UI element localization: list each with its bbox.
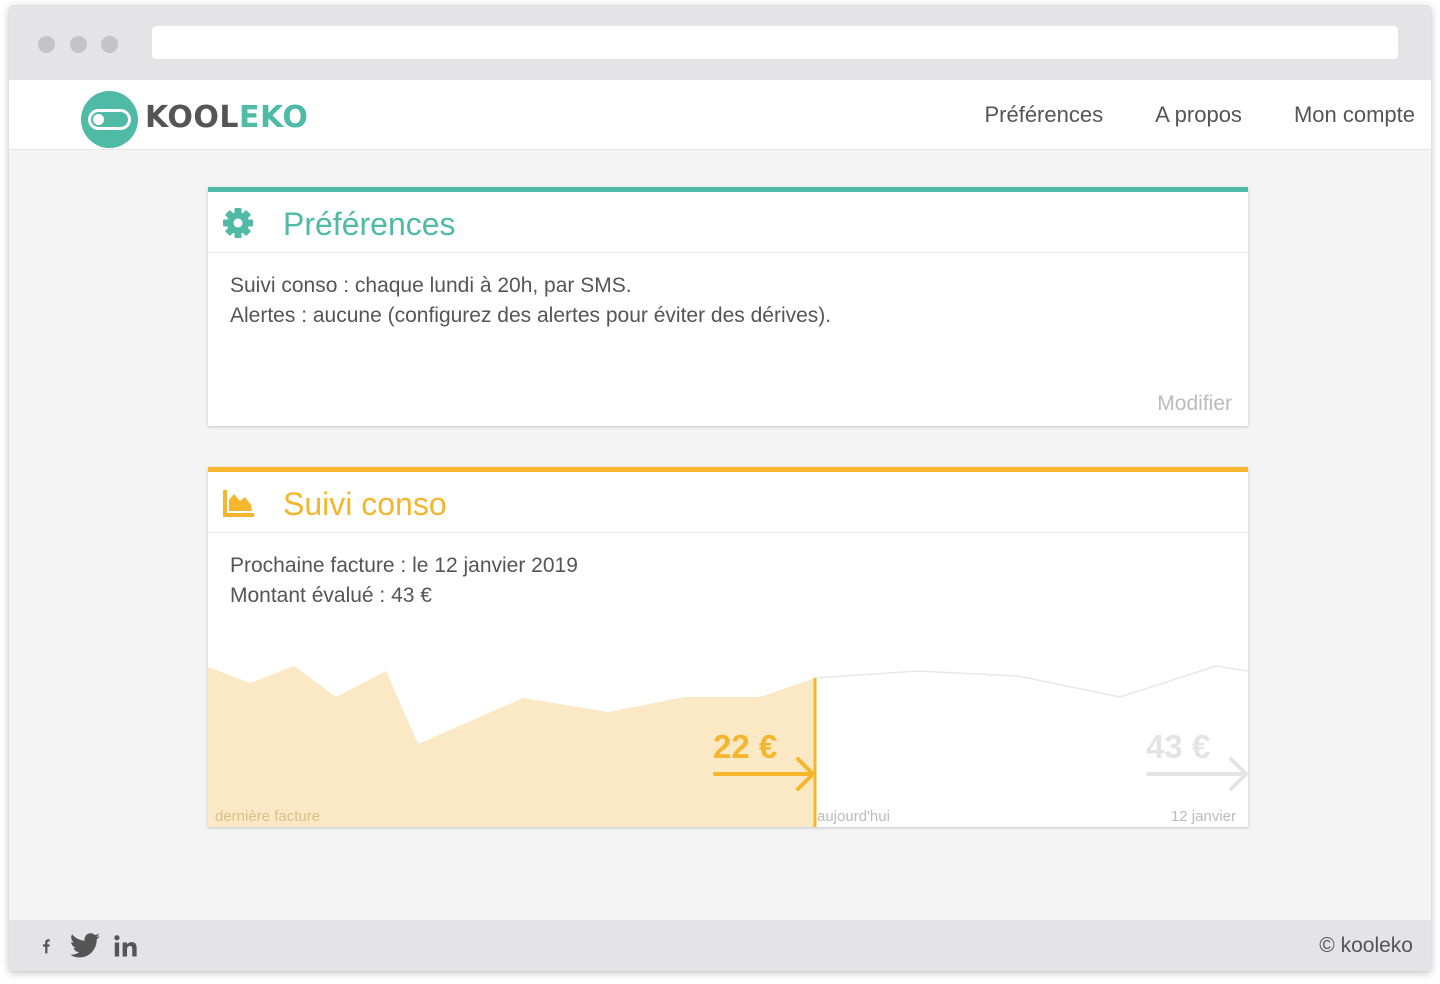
browser-window: KOOLEKO Préférences A propos Mon compte xyxy=(9,5,1431,971)
window-minimize-dot[interactable] xyxy=(70,36,87,53)
preferences-card: Préférences Suivi conso : chaque lundi à… xyxy=(208,187,1248,426)
forecast-line xyxy=(814,665,1248,698)
top-navbar: KOOLEKO Préférences A propos Mon compte xyxy=(9,80,1431,150)
preferences-card-title: Préférences xyxy=(283,206,456,242)
edit-preferences-link[interactable]: Modifier xyxy=(1157,392,1232,416)
timeline-label-start: dernière facture xyxy=(215,808,321,825)
area-chart-icon xyxy=(223,490,254,517)
pref-line-alerts: Alertes : aucune (configurez des alertes… xyxy=(230,304,832,327)
next-invoice-line: Prochaine facture : le 12 janvier 2019 xyxy=(230,554,578,577)
pref-line-tracking: Suivi conso : chaque lundi à 20h, par SM… xyxy=(230,274,632,297)
brand-name: KOOLEKO xyxy=(145,100,309,135)
toggle-logo-icon xyxy=(81,91,138,148)
consumption-summary: Prochaine facture : le 12 janvier 2019 M… xyxy=(230,551,578,611)
timeline-label-end: 12 janvier xyxy=(1170,808,1236,825)
brand-logo[interactable]: KOOLEKO xyxy=(81,88,308,148)
consumption-chart: 22 € 43 € dernière facture aujourd'hui 1… xyxy=(208,657,1248,827)
timeline-label-today: aujourd'hui xyxy=(817,808,890,825)
twitter-icon[interactable] xyxy=(69,932,101,960)
preferences-card-header: Préférences xyxy=(208,192,1248,253)
social-links xyxy=(39,932,141,960)
footer: © kooleko xyxy=(9,920,1431,971)
gear-icon xyxy=(223,208,253,238)
window-close-dot[interactable] xyxy=(38,36,55,53)
window-maximize-dot[interactable] xyxy=(101,36,118,53)
forecast-amount: 43 € xyxy=(1146,728,1211,765)
browser-chrome xyxy=(9,5,1431,80)
nav-link-about[interactable]: A propos xyxy=(1155,102,1242,128)
nav-link-account[interactable]: Mon compte xyxy=(1294,102,1415,128)
estimated-amount-line: Montant évalué : 43 € xyxy=(230,584,432,607)
main-nav: Préférences A propos Mon compte xyxy=(984,102,1415,128)
nav-link-preferences[interactable]: Préférences xyxy=(984,102,1103,128)
linkedin-icon[interactable] xyxy=(113,932,141,960)
consumption-card: Suivi conso Prochaine facture : le 12 ja… xyxy=(208,467,1248,827)
consumption-card-title: Suivi conso xyxy=(283,486,447,522)
consumption-card-header: Suivi conso xyxy=(208,472,1248,533)
preferences-summary: Suivi conso : chaque lundi à 20h, par SM… xyxy=(230,271,831,331)
facebook-icon[interactable] xyxy=(39,932,57,960)
copyright: © kooleko xyxy=(1319,934,1413,957)
current-amount: 22 € xyxy=(713,728,778,765)
address-bar[interactable] xyxy=(152,26,1398,59)
